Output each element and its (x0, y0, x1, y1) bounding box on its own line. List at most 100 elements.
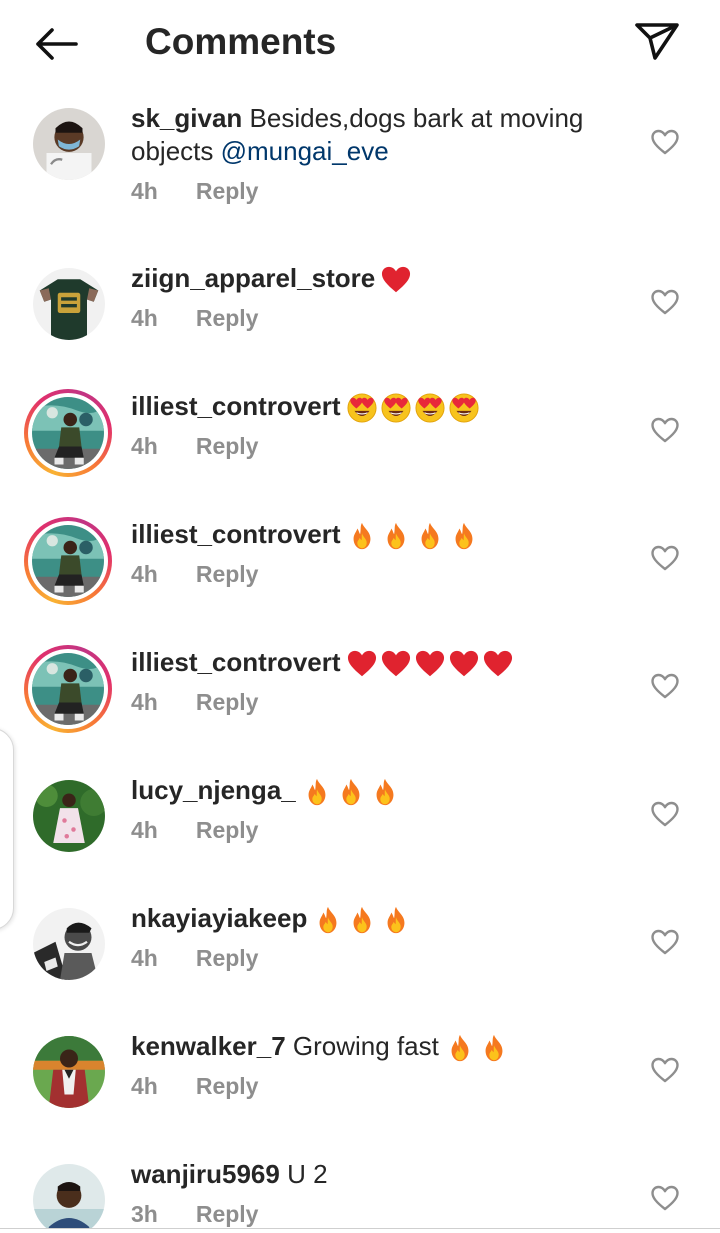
fire-emoji-icon (479, 1033, 509, 1063)
comment-username[interactable]: kenwalker_7 (131, 1031, 286, 1061)
comment-username[interactable]: ziign_apparel_store (131, 263, 375, 293)
red-heart-emoji-icon (483, 649, 513, 679)
comment-username[interactable]: lucy_njenga_ (131, 775, 296, 805)
share-button[interactable] (628, 14, 686, 68)
red-heart-emoji-icon (415, 649, 445, 679)
fire-emoji-icon (415, 521, 445, 551)
reply-button[interactable]: Reply (196, 561, 259, 588)
comment-text: kenwalker_7 Growing fast (131, 1030, 631, 1063)
comment-username[interactable]: illiest_controvert (131, 647, 341, 677)
comment-meta: 4h Reply (131, 689, 631, 716)
reply-button[interactable]: Reply (196, 305, 259, 332)
comment-timestamp: 4h (131, 305, 158, 332)
reply-button[interactable]: Reply (196, 689, 259, 716)
comment-text: illiest_controvert (131, 390, 631, 423)
comment-text: sk_givan Besides,dogs bark at moving obj… (131, 102, 631, 168)
comment-timestamp: 4h (131, 433, 158, 460)
fire-emoji-icon (302, 777, 332, 807)
comments-list[interactable]: sk_givan Besides,dogs bark at moving obj… (0, 88, 720, 1228)
emoji-group (347, 649, 513, 679)
comment-meta: 4h Reply (131, 433, 631, 460)
comment-item[interactable]: illiest_controvert 4h Reply (0, 632, 720, 760)
avatar[interactable] (33, 1164, 105, 1228)
mention-link[interactable]: @mungai_eve (221, 136, 389, 166)
comment-text: ziign_apparel_store (131, 262, 631, 295)
emoji-group (346, 393, 479, 423)
avatar[interactable] (24, 389, 112, 477)
like-heart-icon[interactable] (650, 416, 680, 444)
comment-message: U 2 (287, 1159, 328, 1189)
comment-username[interactable]: nkayiayiakeep (131, 903, 307, 933)
reply-button[interactable]: Reply (196, 1073, 259, 1100)
avatar[interactable] (33, 908, 105, 980)
fire-emoji-icon (381, 905, 411, 935)
fire-emoji-icon (347, 905, 377, 935)
comment-item[interactable]: illiest_controvert 4h Reply (0, 376, 720, 504)
heart-eyes-emoji-icon (414, 393, 445, 423)
comment-body: illiest_controvert 4h Reply (131, 646, 631, 716)
emoji-group (302, 777, 400, 807)
fire-emoji-icon (336, 777, 366, 807)
comment-username[interactable]: wanjiru5969 (131, 1159, 280, 1189)
comment-item[interactable]: kenwalker_7 Growing fast 4h Reply (0, 1016, 720, 1144)
like-heart-icon[interactable] (650, 928, 680, 956)
comment-text: wanjiru5969 U 2 (131, 1158, 631, 1191)
comment-username[interactable]: illiest_controvert (131, 391, 341, 421)
like-heart-icon[interactable] (650, 544, 680, 572)
like-heart-icon[interactable] (650, 128, 680, 156)
emoji-group (445, 1033, 509, 1063)
comment-timestamp: 3h (131, 1201, 158, 1227)
like-heart-icon[interactable] (650, 1056, 680, 1084)
comment-body: sk_givan Besides,dogs bark at moving obj… (131, 102, 631, 205)
comment-meta: 4h Reply (131, 817, 631, 844)
comment-meta: 4h Reply (131, 1073, 631, 1100)
heart-eyes-emoji-icon (380, 393, 411, 423)
comment-text: nkayiayiakeep (131, 902, 631, 935)
red-heart-emoji-icon (449, 649, 479, 679)
page-title: Comments (145, 21, 337, 62)
comment-item[interactable]: ziign_apparel_store 4h Reply (0, 248, 720, 376)
red-heart-emoji-icon (381, 265, 411, 295)
avatar[interactable] (33, 780, 105, 852)
comment-username[interactable]: sk_givan (131, 103, 242, 133)
arrow-left-icon (36, 28, 78, 60)
reply-button[interactable]: Reply (196, 1201, 259, 1228)
avatar[interactable] (33, 1036, 105, 1108)
comment-body: kenwalker_7 Growing fast 4h Reply (131, 1030, 631, 1100)
comment-message: Growing fast (292, 1031, 439, 1061)
comment-username[interactable]: illiest_controvert (131, 519, 341, 549)
avatar[interactable] (24, 517, 112, 605)
emoji-group (313, 905, 411, 935)
avatar[interactable] (24, 645, 112, 733)
reply-button[interactable]: Reply (196, 178, 259, 205)
comment-body: illiest_controvert 4h Reply (131, 390, 631, 460)
comment-item[interactable]: sk_givan Besides,dogs bark at moving obj… (0, 88, 720, 248)
comment-item[interactable]: nkayiayiakeep 4h Reply (0, 888, 720, 1016)
red-heart-emoji-icon (381, 649, 411, 679)
back-button[interactable] (26, 20, 86, 68)
comment-body: lucy_njenga_ 4h Reply (131, 774, 631, 844)
like-heart-icon[interactable] (650, 288, 680, 316)
avatar[interactable] (33, 268, 105, 340)
fire-emoji-icon (370, 777, 400, 807)
comment-item[interactable]: illiest_controvert 4h Reply (0, 504, 720, 632)
like-heart-icon[interactable] (650, 672, 680, 700)
comment-meta: 4h Reply (131, 305, 631, 332)
paper-plane-icon (635, 23, 679, 60)
reply-button[interactable]: Reply (196, 817, 259, 844)
comment-body: nkayiayiakeep 4h Reply (131, 902, 631, 972)
reply-button[interactable]: Reply (196, 945, 259, 972)
reply-button[interactable]: Reply (196, 433, 259, 460)
heart-eyes-emoji-icon (448, 393, 479, 423)
like-heart-icon[interactable] (650, 1184, 680, 1212)
comment-text: illiest_controvert (131, 518, 631, 551)
comment-text: illiest_controvert (131, 646, 631, 679)
comment-item[interactable]: lucy_njenga_ 4h Reply (0, 760, 720, 888)
comment-timestamp: 4h (131, 689, 158, 716)
comment-timestamp: 4h (131, 178, 158, 204)
comment-timestamp: 4h (131, 1073, 158, 1100)
comment-timestamp: 4h (131, 945, 158, 972)
avatar[interactable] (33, 108, 105, 180)
like-heart-icon[interactable] (650, 800, 680, 828)
comment-item[interactable]: wanjiru5969 U 2 3h Reply (0, 1144, 720, 1228)
